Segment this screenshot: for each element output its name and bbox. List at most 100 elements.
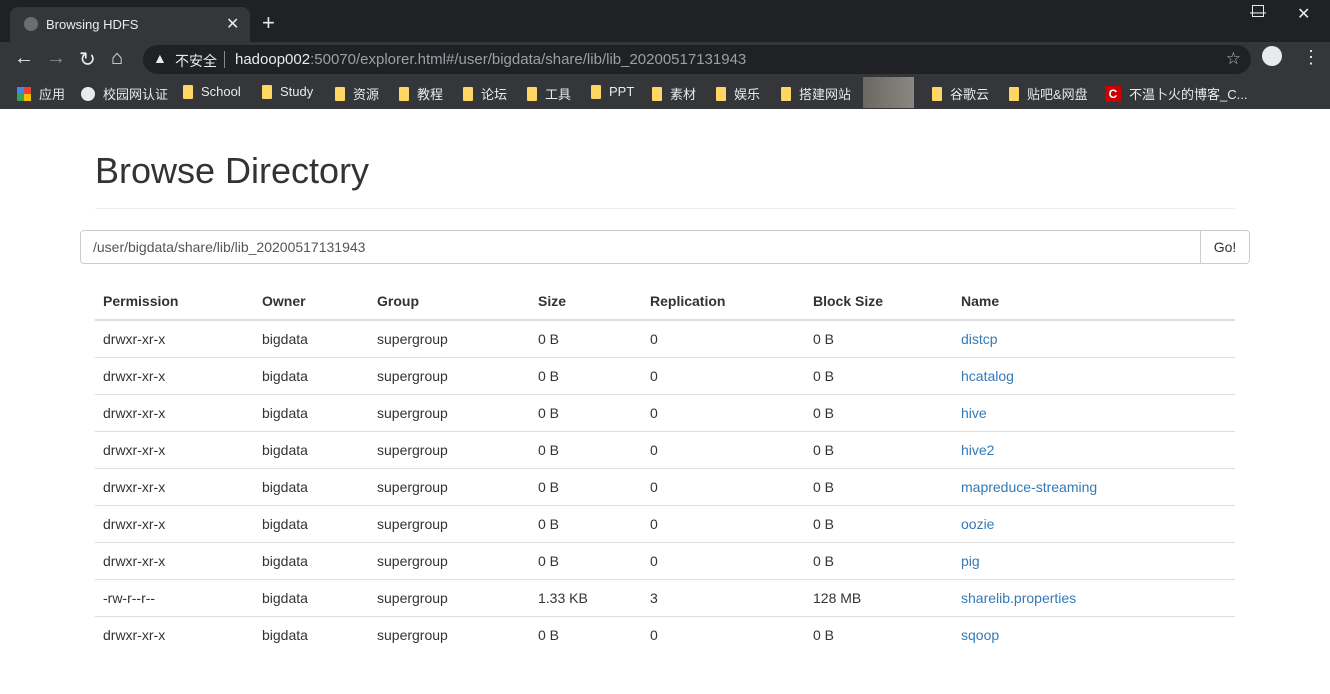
tab-browsing-hdfs[interactable]: Browsing HDFS ✕ — [10, 7, 250, 42]
bookmark-item[interactable]: 论坛 — [463, 84, 507, 103]
column-header-owner[interactable]: Owner — [254, 283, 369, 321]
bookmark-item[interactable]: 工具 — [527, 84, 571, 103]
bookmark-item[interactable]: 贴吧&网盘 — [1009, 84, 1088, 103]
bookmark-label: 工具 — [545, 87, 572, 102]
column-header-replication[interactable]: Replication — [642, 283, 805, 321]
bookmark-label: 论坛 — [481, 87, 508, 102]
cell-replication: 0 — [642, 467, 805, 505]
folder-icon — [591, 84, 601, 99]
cell-size: 0 B — [530, 319, 642, 357]
reload-icon[interactable]: ↻ — [79, 47, 96, 72]
file-link[interactable]: oozie — [961, 516, 994, 532]
bookmark-label: 贴吧&网盘 — [1027, 87, 1088, 102]
cell-block-size: 0 B — [805, 541, 953, 579]
file-link[interactable]: distcp — [961, 331, 998, 347]
cell-permission: drwxr-xr-x — [95, 319, 254, 357]
url-rest: :50070/explorer.html#/user/bigdata/share… — [310, 51, 747, 68]
bookmark-item[interactable]: 娱乐 — [716, 84, 760, 103]
cell-name: distcp — [953, 319, 1235, 357]
folder-icon — [932, 86, 942, 101]
cell-owner: bigdata — [254, 430, 369, 468]
close-tab-icon[interactable]: ✕ — [226, 14, 239, 34]
cell-permission: drwxr-xr-x — [95, 504, 254, 542]
bookmark-star-icon[interactable]: ☆ — [1226, 49, 1241, 69]
directory-path-input[interactable] — [80, 230, 1201, 264]
file-link[interactable]: hive2 — [961, 442, 994, 458]
bookmark-label: 娱乐 — [734, 87, 761, 102]
go-button[interactable]: Go! — [1200, 230, 1250, 264]
blurred-bookmark[interactable] — [863, 77, 914, 108]
file-link[interactable]: mapreduce-streaming — [961, 479, 1097, 495]
insecure-label[interactable]: 不安全 — [175, 51, 217, 71]
cell-block-size: 0 B — [805, 615, 953, 653]
cell-size: 1.33 KB — [530, 578, 642, 616]
column-header-group[interactable]: Group — [369, 283, 530, 321]
url-text[interactable]: hadoop002:50070/explorer.html#/user/bigd… — [235, 51, 746, 68]
profile-icon[interactable] — [1262, 46, 1282, 66]
maximize-icon[interactable] — [1252, 5, 1264, 17]
cell-owner: bigdata — [254, 393, 369, 431]
cell-permission: drwxr-xr-x — [95, 467, 254, 505]
bookmark-label: 不温卜火的博客_C... — [1129, 87, 1248, 102]
bookmark-item[interactable]: PPT — [591, 84, 634, 99]
csdn-icon: C — [1105, 85, 1121, 102]
url-host: hadoop002 — [235, 51, 311, 68]
browser-toolbar: ← → ↻ ⌂ ▲ 不安全 hadoop002:50070/explorer.h… — [0, 42, 1330, 76]
bookmark-apps[interactable]: 应用 — [17, 84, 65, 103]
file-link[interactable]: sharelib.properties — [961, 590, 1076, 606]
cell-name: oozie — [953, 504, 1235, 542]
folder-icon — [262, 84, 272, 99]
cell-name: mapreduce-streaming — [953, 467, 1235, 505]
forward-icon[interactable]: → — [46, 47, 66, 70]
cell-replication: 0 — [642, 430, 805, 468]
file-link[interactable]: pig — [961, 553, 980, 569]
column-header-block-size[interactable]: Block Size — [805, 283, 953, 321]
close-window-icon[interactable]: ✕ — [1297, 4, 1310, 24]
column-header-size[interactable]: Size — [530, 283, 642, 321]
bookmark-item[interactable]: Study — [262, 84, 313, 99]
bookmark-item[interactable]: 校园网认证 — [81, 84, 168, 103]
page-title: Browse Directory — [95, 150, 370, 191]
bookmark-item[interactable]: 谷歌云 — [932, 84, 989, 103]
table-row: drwxr-xr-x bigdata supergroup 0 B00 Bhive2 — [95, 430, 1235, 468]
file-link[interactable]: sqoop — [961, 627, 999, 643]
home-icon[interactable]: ⌂ — [111, 47, 123, 70]
folder-icon — [716, 86, 726, 101]
cell-group: supergroup — [369, 319, 530, 357]
cell-replication: 3 — [642, 578, 805, 616]
column-header-name[interactable]: Name — [953, 283, 1235, 321]
address-bar[interactable]: ▲ 不安全 hadoop002:50070/explorer.html#/use… — [143, 45, 1251, 74]
tab-title: Browsing HDFS — [46, 17, 139, 32]
bookmark-item[interactable]: C 不温卜火的博客_C... — [1105, 84, 1247, 103]
cell-group: supergroup — [369, 578, 530, 616]
cell-permission: -rw-r--r-- — [95, 578, 254, 616]
cell-size: 0 B — [530, 356, 642, 394]
cell-group: supergroup — [369, 467, 530, 505]
warning-icon: ▲ — [153, 50, 167, 66]
folder-icon — [527, 86, 537, 101]
cell-name: pig — [953, 541, 1235, 579]
bookmark-item[interactable]: 资源 — [335, 84, 379, 103]
cell-name: sharelib.properties — [953, 578, 1235, 616]
cell-name: sqoop — [953, 615, 1235, 653]
new-tab-button[interactable]: + — [262, 10, 275, 36]
cell-name: hive2 — [953, 430, 1235, 468]
bookmark-item[interactable]: 素材 — [652, 84, 696, 103]
column-header-permission[interactable]: Permission — [95, 283, 254, 321]
cell-name: hcatalog — [953, 356, 1235, 394]
bookmark-label: PPT — [609, 84, 635, 99]
bookmark-item[interactable]: School — [183, 84, 241, 99]
bookmark-item[interactable]: 搭建网站 — [781, 84, 851, 103]
bookmark-item[interactable]: 教程 — [399, 84, 443, 103]
title-bar: Browsing HDFS ✕ + — ✕ — [0, 0, 1330, 42]
folder-icon — [335, 86, 345, 101]
folder-icon — [1009, 86, 1019, 101]
folder-icon — [399, 86, 409, 101]
menu-icon[interactable]: ⋮ — [1302, 47, 1320, 68]
cell-owner: bigdata — [254, 615, 369, 653]
cell-replication: 0 — [642, 541, 805, 579]
file-link[interactable]: hive — [961, 405, 987, 421]
back-icon[interactable]: ← — [14, 47, 34, 70]
file-link[interactable]: hcatalog — [961, 368, 1014, 384]
cell-permission: drwxr-xr-x — [95, 393, 254, 431]
